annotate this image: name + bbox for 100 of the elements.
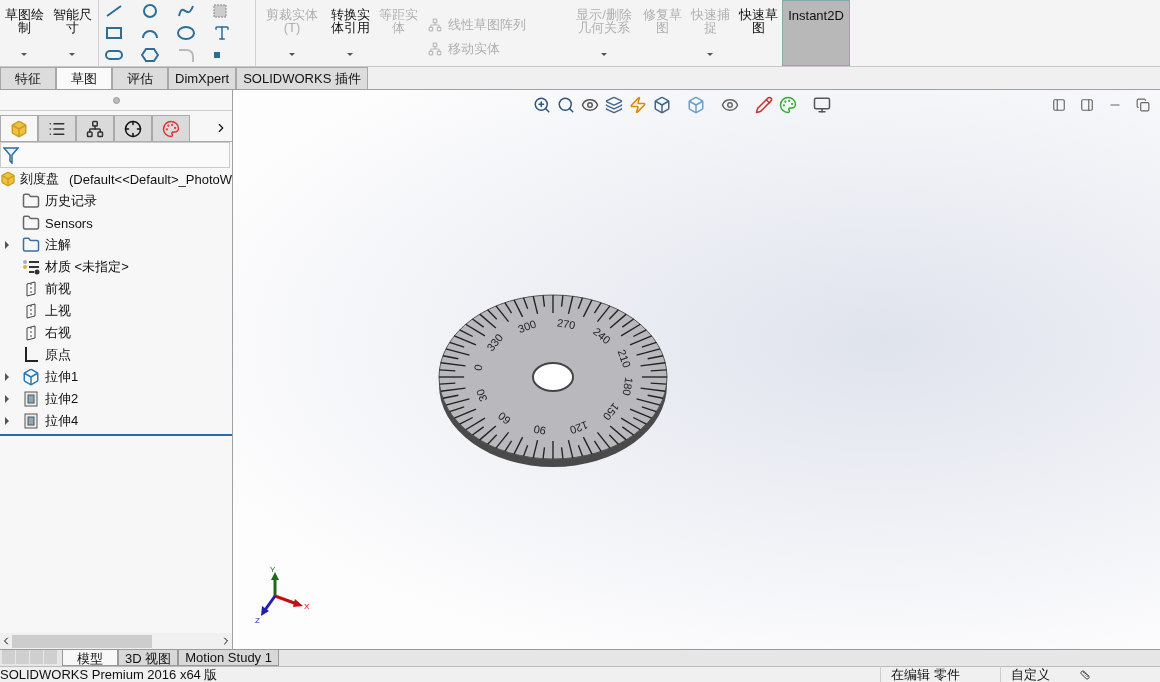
tree-item[interactable]: 拉伸1 [45,368,79,386]
fillet-icon [177,48,195,62]
zoom-area-icon[interactable] [557,96,575,114]
tree-item[interactable]: 上视 [45,302,71,320]
hide-show-icon[interactable] [721,96,739,114]
zoom-to-fit-icon[interactable] [533,96,551,114]
origin-icon [23,346,39,364]
view-orientation-icon[interactable] [653,96,671,114]
palette-icon [162,119,180,138]
panel-right-icon[interactable] [1080,98,1094,112]
plane-icon [24,325,38,341]
dial-number: 30 [473,387,490,404]
tree-item[interactable]: 刻度盘 [20,170,60,188]
pattern-icon [428,42,442,56]
ribbon-button[interactable]: 快速草图 [734,0,782,66]
section-view-icon[interactable] [605,96,623,114]
display-style-icon[interactable] [687,96,705,114]
x-axis-label: X [304,602,310,611]
plane-icon [24,303,38,319]
dropdown-caret-icon [289,53,295,56]
graphics-viewport[interactable]: 0 30 60 90 120 150 180 210 240 270 300 330 Y X Z [233,90,1160,649]
command-tab[interactable]: 特征 [0,67,56,89]
material-icon [22,259,40,275]
dropdown-caret-icon [69,53,75,56]
dropdown-caret-icon [347,53,353,56]
part-icon [0,170,17,188]
command-tab[interactable]: 草图 [56,67,112,89]
tree-item[interactable]: 拉伸2 [45,390,79,408]
restore-icon[interactable] [1136,98,1150,112]
tree-item[interactable]: 拉伸4 [45,412,79,430]
expand-arrow-icon[interactable] [5,241,9,249]
grip-handle[interactable] [112,96,120,104]
panel-tab[interactable] [38,115,76,141]
tree-icon [86,119,104,138]
point-icon [213,51,221,59]
plane-icon [24,281,38,297]
ribbon-button[interactable]: 智能尺寸 [48,0,96,66]
ribbon-button[interactable]: 转换实体引用 [326,0,374,66]
tree-item[interactable]: Sensors [45,215,93,231]
tree-item[interactable]: 历史记录 [45,192,97,210]
dial-number: 330 [484,331,506,354]
cut-extrude-icon [23,390,39,408]
z-axis-label: Z [255,616,260,625]
dial-number: 240 [590,325,613,347]
cut-extrude-icon [23,412,39,430]
y-axis-label: Y [270,566,276,574]
tree-item[interactable]: 注解 [45,236,71,254]
bottom-tab[interactable]: 3D 视图 [118,650,179,666]
filter-field[interactable] [0,142,230,168]
dial-number: 300 [516,317,538,336]
dial-number: 270 [556,316,577,332]
dropdown-caret-icon [707,53,713,56]
scene-icon[interactable] [779,96,797,114]
dropdown-caret-icon [601,53,607,56]
pattern-icon [428,18,442,32]
expand-arrow-icon[interactable] [5,395,9,403]
rectangle-icon [105,26,123,40]
dial-number: 60 [495,409,513,427]
expand-arrow-icon[interactable] [5,417,9,425]
circle-icon [141,4,159,18]
tree-item[interactable]: 材质 <未指定> [45,258,129,276]
panel-left-icon[interactable] [1052,98,1066,112]
surface-icon [213,4,227,18]
axis-triad-drawing [261,572,303,616]
panel-tab[interactable] [76,115,114,141]
units-text[interactable]: 自定义 [1000,665,1060,682]
text-icon [213,24,231,42]
command-tab[interactable]: DimXpert [168,67,237,89]
crosshair-icon [124,119,142,138]
ribbon-button[interactable]: Instant2D [782,0,850,66]
expand-arrow-icon[interactable] [5,373,9,381]
view-settings-icon[interactable] [813,96,831,114]
tree-item[interactable]: 原点 [45,346,71,364]
scrollbar-thumb[interactable] [12,634,152,648]
tree-item[interactable]: 前视 [45,280,71,298]
dial-number: 0 [471,363,485,372]
dial-number: 150 [600,400,622,423]
slot-icon [105,48,123,62]
line-icon [105,4,123,18]
panel-tab[interactable] [114,115,152,141]
dropdown-caret-icon [21,53,27,56]
extrude-icon [22,368,40,386]
ellipse-icon [177,26,195,40]
polygon-icon [141,47,159,63]
dial-number: 90 [532,423,547,438]
bottom-tab[interactable]: 模型 [62,650,118,666]
command-tab[interactable]: 评估 [112,67,168,89]
bottom-tab[interactable]: Motion Study 1 [178,650,279,666]
part-icon [10,119,28,138]
status-text: 在编辑 零件 [880,665,970,682]
spline-icon [177,4,195,18]
ribbon-button[interactable]: 草图绘制 [0,0,48,66]
dial-number: 180 [620,376,636,397]
configuration-text: (Default<<Default>_PhotoW [69,171,232,187]
status-text: SOLIDWORKS Premium 2016 x64 版 [0,665,218,682]
dial-number: 210 [615,347,634,370]
edit-appearance-icon[interactable] [755,96,773,114]
dynamic-annotation-icon[interactable] [629,96,647,114]
tree-item[interactable]: 右视 [45,324,71,342]
command-tab[interactable]: SOLIDWORKS 插件 [236,67,368,89]
